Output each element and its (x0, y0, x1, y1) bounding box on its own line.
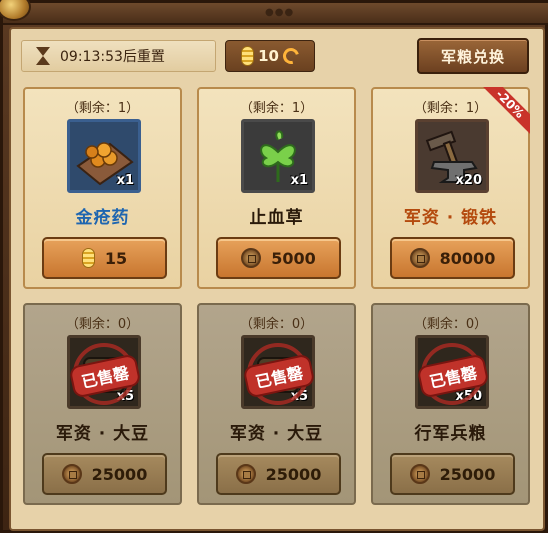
price: 25000 (265, 464, 322, 484)
reset-timer: 09:13:53后重置 (21, 40, 216, 72)
price: 15 (104, 248, 128, 268)
refresh-icon (280, 45, 302, 67)
remaining-label: （剩余：0） (65, 317, 140, 332)
price: 25000 (439, 464, 496, 484)
buy-button[interactable]: 15 (42, 237, 167, 279)
shop-item-card: （剩余：1） x1 止血草 5000 (197, 87, 356, 289)
corner-ornament-icon (0, 0, 31, 21)
item-name: 军资 · 大豆 (55, 424, 150, 444)
buy-button-disabled: 25000 (390, 453, 515, 495)
buy-button[interactable]: 80000 (390, 237, 515, 279)
item-name: 行军兵粮 (414, 424, 487, 444)
timer-text: 09:13:53后重置 (60, 49, 165, 65)
sold-out-stamp: 已售罄 (231, 343, 327, 409)
shop-panel: 09:13:53后重置 10 军粮兑换 （剩余：1） x1 金疮药 15 （剩余… (9, 27, 545, 531)
item-slot[interactable]: x20 (415, 119, 489, 193)
refresh-token-button[interactable]: 10 (225, 40, 315, 72)
sold-out-stamp: 已售罄 (57, 343, 153, 409)
remaining-label: （剩余：0） (413, 317, 488, 332)
copper-coin-icon (235, 464, 256, 484)
copper-coin-icon (61, 464, 82, 484)
item-quantity: x1 (290, 173, 308, 188)
token-count: 10 (258, 47, 279, 65)
remaining-label: （剩余：1） (239, 101, 314, 116)
shop-item-card-sold: （剩余：0） x50 已售罄 行军兵粮 25000 (371, 303, 530, 505)
buy-button[interactable]: 5000 (216, 237, 341, 279)
hourglass-icon (36, 47, 50, 65)
copper-coin-icon (409, 464, 430, 484)
item-quantity: x20 (455, 173, 482, 188)
gold-pill-icon (241, 46, 255, 66)
item-name: 军资 · 锻铁 (403, 208, 498, 228)
sold-out-stamp: 已售罄 (405, 343, 501, 409)
shop-item-card: （剩余：1） x1 金疮药 15 (23, 87, 182, 289)
supply-exchange-button[interactable]: 军粮兑换 (417, 38, 529, 74)
buy-button-disabled: 25000 (42, 453, 167, 495)
remaining-label: （剩余：1） (65, 101, 140, 116)
price: 80000 (439, 248, 496, 268)
top-ornament-icon: ●●● (265, 7, 295, 18)
item-slot[interactable]: x1 (67, 119, 141, 193)
shop-frame: ●●● 09:13:53后重置 10 军粮兑换 （剩余：1） x1 金疮药 15… (0, 0, 548, 533)
price: 5000 (271, 248, 316, 268)
item-name: 金疮药 (75, 208, 130, 228)
discount-badge: -20% (482, 87, 530, 135)
item-quantity: x1 (116, 173, 134, 188)
item-name: 军资 · 大豆 (229, 424, 324, 444)
top-bar: ●●● (0, 0, 548, 25)
item-name: 止血草 (249, 208, 304, 228)
shop-item-card-sold: （剩余：0） x5 已售罄 军资 · 大豆 25000 (197, 303, 356, 505)
shop-item-card: （剩余：1） -20% x20 军资 · 锻铁 80000 (371, 87, 530, 289)
gold-pill-icon (81, 248, 95, 268)
shop-item-card-sold: （剩余：0） x5 已售罄 军资 · 大豆 25000 (23, 303, 182, 505)
item-slot[interactable]: x1 (241, 119, 315, 193)
copper-coin-icon (409, 248, 430, 268)
price: 25000 (91, 464, 148, 484)
remaining-label: （剩余：0） (239, 317, 314, 332)
copper-coin-icon (241, 248, 262, 268)
buy-button-disabled: 25000 (216, 453, 341, 495)
